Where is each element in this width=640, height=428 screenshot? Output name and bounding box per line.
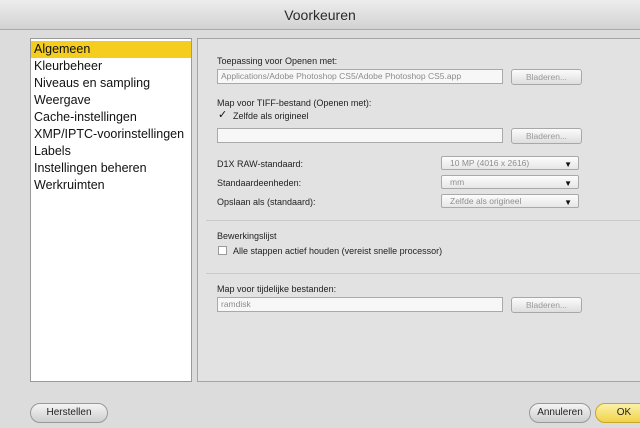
reset-button[interactable]: Herstellen xyxy=(30,403,108,423)
keep-steps-label: Alle stappen actief houden (vereist snel… xyxy=(233,246,443,256)
sidebar-item-instellingen-beheren[interactable]: Instellingen beheren xyxy=(31,160,191,177)
sidebar-item-xmp-iptc-voorinstellingen[interactable]: XMP/IPTC-voorinstellingen xyxy=(31,126,191,143)
save-as-select[interactable]: Zelfde als origineel ▼ xyxy=(441,194,579,208)
sidebar-item-weergave[interactable]: Weergave xyxy=(31,92,191,109)
cancel-button[interactable]: Annuleren xyxy=(529,403,591,423)
sidebar-item-cache-instellingen[interactable]: Cache-instellingen xyxy=(31,109,191,126)
keep-steps-checkbox[interactable] xyxy=(218,246,227,255)
save-as-value: Zelfde als origineel xyxy=(450,196,522,206)
temp-folder-browse-button[interactable]: Bladeren... xyxy=(511,297,582,313)
window-body: Algemeen Kleurbeheer Niveaus en sampling… xyxy=(0,30,640,428)
checkmark-icon: ✓ xyxy=(218,109,228,121)
save-as-label: Opslaan als (standaard): xyxy=(217,197,316,207)
open-app-browse-button[interactable]: Bladeren... xyxy=(511,69,582,85)
units-value: mm xyxy=(450,177,465,187)
sidebar-item-kleurbeheer[interactable]: Kleurbeheer xyxy=(31,58,191,75)
tiff-folder-path-field[interactable] xyxy=(217,128,503,143)
section-divider xyxy=(206,220,640,221)
units-select[interactable]: mm ▼ xyxy=(441,175,579,189)
section-divider xyxy=(206,273,640,274)
tiff-folder-label: Map voor TIFF-bestand (Openen met): xyxy=(217,98,372,108)
general-settings-panel: Toepassing voor Openen met: Applications… xyxy=(197,38,640,382)
dropdown-arrow-icon: ▼ xyxy=(564,160,572,169)
dropdown-arrow-icon: ▼ xyxy=(564,179,572,188)
category-list: Algemeen Kleurbeheer Niveaus en sampling… xyxy=(30,38,192,382)
d1x-raw-label: D1X RAW-standaard: xyxy=(217,159,304,169)
sidebar-item-werkruimten[interactable]: Werkruimten xyxy=(31,177,191,194)
d1x-raw-select[interactable]: 10 MP (4016 x 2616) ▼ xyxy=(441,156,579,170)
sidebar-item-labels[interactable]: Labels xyxy=(31,143,191,160)
units-label: Standaardeenheden: xyxy=(217,178,302,188)
sidebar-item-niveaus-en-sampling[interactable]: Niveaus en sampling xyxy=(31,75,191,92)
d1x-raw-value: 10 MP (4016 x 2616) xyxy=(450,158,530,168)
sidebar-item-algemeen[interactable]: Algemeen xyxy=(31,41,191,58)
tiff-folder-browse-button[interactable]: Bladeren... xyxy=(511,128,582,144)
open-app-path-field[interactable]: Applications/Adobe Photoshop CS5/Adobe P… xyxy=(217,69,503,84)
ok-button[interactable]: OK xyxy=(595,403,640,423)
dropdown-arrow-icon: ▼ xyxy=(564,198,572,207)
open-app-label: Toepassing voor Openen met: xyxy=(217,56,338,66)
edit-list-heading: Bewerkingslijst xyxy=(217,231,277,241)
same-as-original-label: Zelfde als origineel xyxy=(233,111,309,121)
window-title: Voorkeuren xyxy=(284,7,356,23)
same-as-original-checkbox[interactable]: ✓ xyxy=(218,109,228,121)
temp-folder-label: Map voor tijdelijke bestanden: xyxy=(217,284,337,294)
title-bar: Voorkeuren xyxy=(0,0,640,30)
temp-folder-path-field[interactable]: ramdisk xyxy=(217,297,503,312)
